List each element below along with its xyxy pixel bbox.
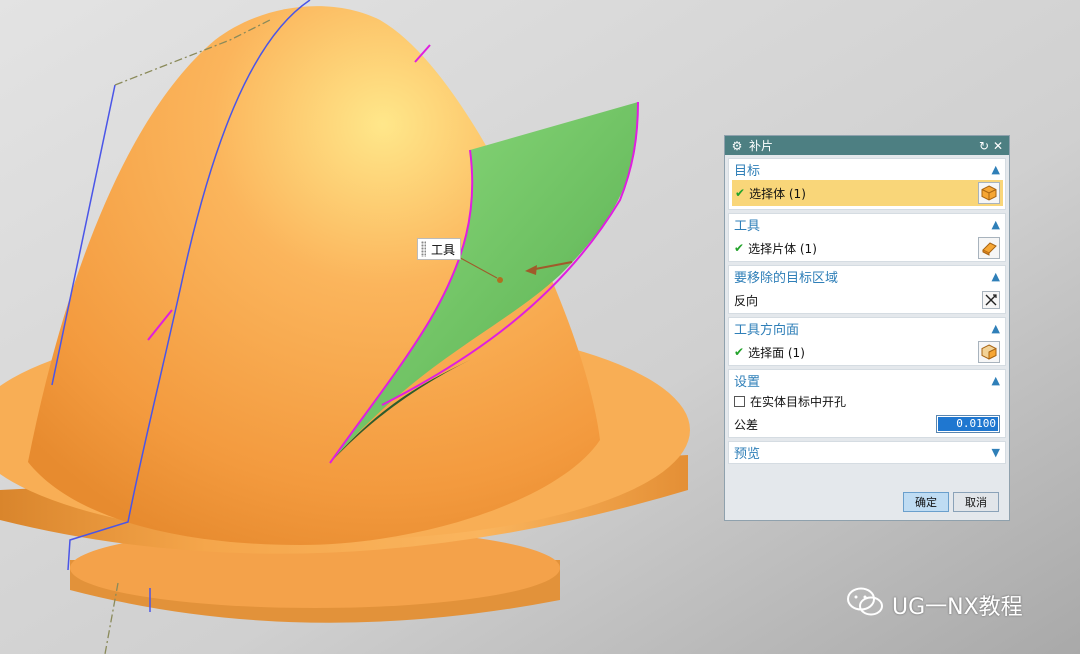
chevron-up-icon[interactable]: ▲ — [992, 322, 1000, 335]
settings-header[interactable]: 设置 ▲ — [729, 370, 1005, 391]
face-select-icon[interactable] — [978, 341, 1000, 363]
target-group: 目标 ▲ ✔ 选择体 (1) — [728, 158, 1006, 210]
chevron-up-icon[interactable]: ▲ — [992, 374, 1000, 387]
dialog-titlebar[interactable]: ⚙ 补片 ↻ ✕ — [725, 136, 1009, 155]
tool-group: 工具 ▲ ✔ 选择片体 (1) — [728, 213, 1006, 262]
solid-body-icon[interactable] — [978, 182, 1000, 204]
remove-region-header[interactable]: 要移除的目标区域 ▲ — [729, 266, 1005, 287]
open-hole-checkbox[interactable] — [734, 395, 745, 407]
reverse-direction-icon[interactable] — [982, 291, 1000, 309]
settings-title: 设置 — [734, 375, 761, 390]
cancel-button[interactable]: 取消 — [953, 492, 999, 512]
tolerance-label: 公差 — [734, 417, 759, 432]
check-icon: ✔ — [734, 345, 745, 359]
ok-button[interactable]: 确定 — [903, 492, 949, 512]
watermark: UG一NX教程 — [846, 586, 1023, 624]
wechat-icon — [846, 586, 884, 624]
watermark-text: UG一NX教程 — [892, 595, 1023, 620]
select-body-row[interactable]: ✔ 选择体 (1) — [732, 180, 1003, 206]
chevron-up-icon[interactable]: ▲ — [992, 163, 1000, 176]
select-face-row[interactable]: ✔ 选择面 (1) — [729, 339, 1005, 365]
tool-tag-label: 工具 — [431, 242, 456, 257]
patch-dialog: ⚙ 补片 ↻ ✕ 目标 ▲ ✔ 选择体 (1) 工具 ▲ ✔ 选择片体 (1) — [724, 135, 1010, 521]
chevron-up-icon[interactable]: ▲ — [992, 270, 1000, 283]
tool-face-title: 工具方向面 — [734, 323, 800, 338]
grip-icon — [421, 241, 426, 257]
gear-icon[interactable]: ⚙ — [729, 139, 745, 153]
chevron-down-icon[interactable]: ▼ — [992, 446, 1000, 459]
tool-group-header[interactable]: 工具 ▲ — [729, 214, 1005, 235]
reverse-label: 反向 — [734, 293, 759, 308]
reset-icon[interactable]: ↻ — [977, 139, 991, 153]
check-icon: ✔ — [734, 241, 745, 255]
preview-group: 预览 ▼ — [728, 441, 1006, 464]
remove-region-title: 要移除的目标区域 — [734, 271, 839, 286]
tool-tag: 工具 — [417, 238, 462, 260]
chevron-up-icon[interactable]: ▲ — [992, 218, 1000, 231]
open-hole-row[interactable]: 在实体目标中开孔 — [729, 391, 1005, 411]
reverse-row: 反向 — [729, 287, 1005, 313]
select-sheet-label: 选择片体 (1) — [748, 241, 817, 256]
select-face-label: 选择面 (1) — [748, 345, 805, 360]
check-icon: ✔ — [735, 186, 746, 200]
tool-origin-point — [497, 277, 503, 283]
tool-face-header[interactable]: 工具方向面 ▲ — [729, 318, 1005, 339]
tolerance-input[interactable]: 0.0100 — [936, 415, 1000, 433]
dialog-footer: 确定 取消 — [903, 492, 999, 512]
sheet-body-icon[interactable] — [978, 237, 1000, 259]
dialog-title: 补片 — [749, 139, 774, 153]
select-body-label: 选择体 (1) — [749, 186, 806, 201]
preview-title: 预览 — [734, 447, 761, 462]
settings-group: 设置 ▲ 在实体目标中开孔 公差 0.0100 — [728, 369, 1006, 438]
remove-region-group: 要移除的目标区域 ▲ 反向 — [728, 265, 1006, 314]
tool-group-title: 工具 — [734, 219, 761, 234]
target-group-header[interactable]: 目标 ▲ — [729, 159, 1005, 180]
target-group-title: 目标 — [734, 164, 761, 179]
preview-header[interactable]: 预览 ▼ — [729, 442, 1005, 463]
close-icon[interactable]: ✕ — [991, 139, 1005, 153]
select-sheet-row[interactable]: ✔ 选择片体 (1) — [729, 235, 1005, 261]
tolerance-row: 公差 0.0100 — [729, 411, 1005, 437]
tolerance-value: 0.0100 — [938, 417, 998, 431]
open-hole-label: 在实体目标中开孔 — [750, 394, 847, 409]
tool-face-group: 工具方向面 ▲ ✔ 选择面 (1) — [728, 317, 1006, 366]
